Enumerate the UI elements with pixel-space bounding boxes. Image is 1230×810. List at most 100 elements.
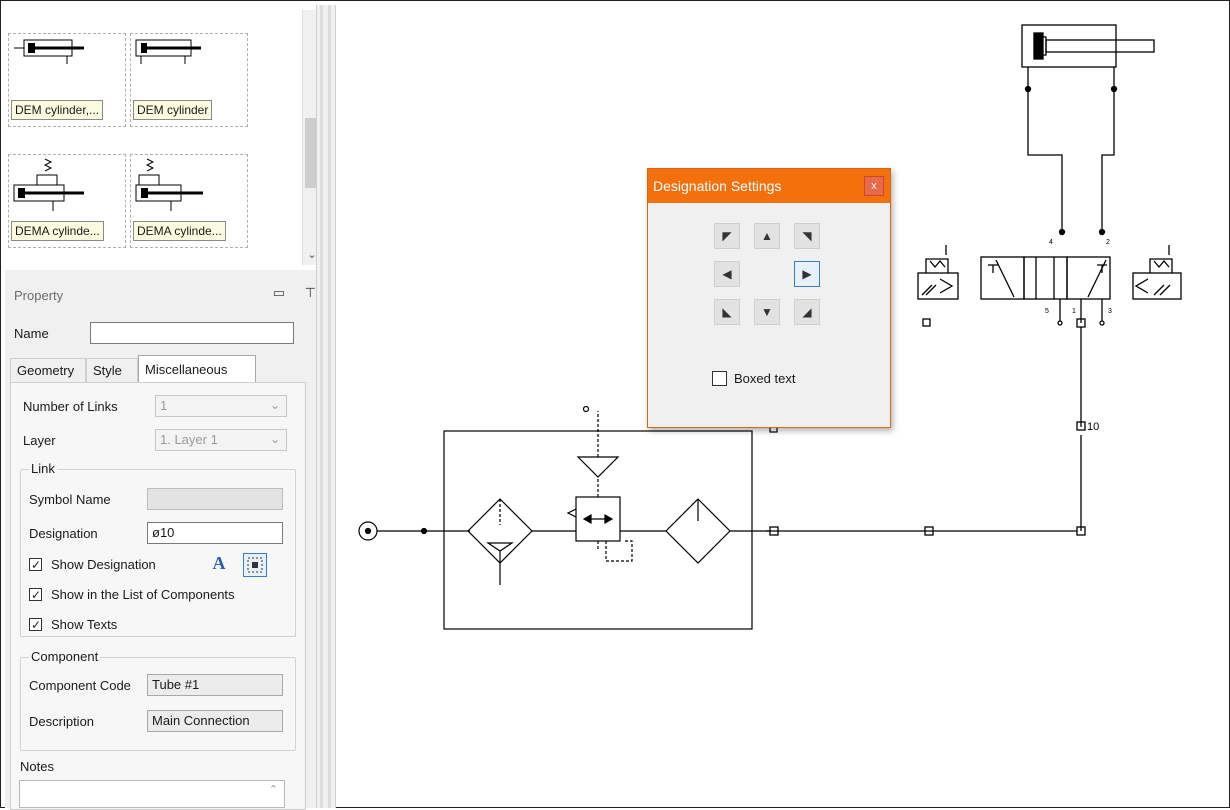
show-texts-label: Show Texts [51,617,118,632]
layer-select[interactable]: 1. Layer 1 ⌄ [155,429,287,451]
library-item-dem-cylinder-1[interactable]: DEM cylinder,... [8,33,126,127]
link-group: Link Symbol Name Designation ø10 ✓ Show … [20,461,296,637]
splitter-grip [328,5,331,808]
tab-style[interactable]: Style [86,358,138,382]
library-item-label: DEMA cylinde... [133,221,226,241]
tab-miscellaneous[interactable]: Miscellaneous [138,355,256,382]
chevron-down-icon: ⌄ [269,398,280,412]
arrow-left-icon: ◀ [722,267,732,281]
check-icon: ✓ [31,618,42,632]
tube-node [1058,228,1066,236]
position-top-right-button[interactable]: ◥ [794,223,820,249]
number-of-links-select[interactable]: 1 ⌄ [155,395,287,417]
miscellaneous-page: Number of Links 1 ⌄ Layer 1. Layer 1 ⌄ L… [10,382,306,810]
symbol-name-label: Symbol Name [29,492,111,507]
designation-input[interactable]: ø10 [147,522,283,544]
position-bottom-left-button[interactable]: ◣ [714,299,740,325]
symbol-name-input[interactable] [147,488,283,510]
show-texts-checkbox[interactable]: ✓ Show Texts [29,616,117,634]
description-input[interactable]: Main Connection [147,710,283,732]
chevron-down-icon: ⌄ [269,432,280,446]
name-input[interactable] [90,322,294,344]
name-label: Name [14,326,49,341]
port-label: 5 [1045,308,1049,315]
library-item-label: DEM cylinder,... [11,100,104,120]
number-of-links-label: Number of Links [23,399,118,414]
component-group-title: Component [29,649,101,664]
position-bottom-right-button[interactable]: ◢ [794,299,820,325]
notes-textarea[interactable]: ⌃ [19,780,285,808]
port-label: 2 [1106,239,1110,246]
pin-icon[interactable]: ⊤ [305,285,316,300]
show-designation-checkbox[interactable]: ✓ Show Designation [29,556,156,574]
layer-value: 1. Layer 1 [160,432,218,447]
checkbox-box: ✓ [29,618,42,632]
position-top-left-button[interactable]: ◤ [714,223,740,249]
arrow-right-icon: ▶ [802,267,812,281]
component-code-label: Component Code [29,678,131,693]
library-item-label: DEM cylinder [133,100,213,120]
check-icon: ✓ [31,588,42,602]
component-code-input[interactable]: Tube #1 [147,674,283,696]
dialog-title: Designation Settings [653,178,782,194]
arrow-top-right-icon: ◥ [802,229,812,243]
panel-title: Property [14,288,64,303]
panel-splitter[interactable] [316,5,336,808]
checkbox-box: ✓ [29,588,42,602]
designation-settings-button[interactable] [243,553,267,577]
service-unit[interactable] [358,405,778,630]
arrow-top-left-icon: ◤ [722,229,732,243]
notes-label: Notes [20,759,54,774]
designation-label: Designation [29,526,98,541]
check-icon: ✓ [31,558,42,572]
tube-node [1110,85,1118,93]
close-button[interactable]: x [864,176,884,196]
library-item-dema-cylinder-2[interactable]: DEMA cylinde... [130,154,248,248]
show-in-list-checkbox[interactable]: ✓ Show in the List of Components [29,586,235,604]
library-item-dem-cylinder-2[interactable]: DEM cylinder [130,33,248,127]
tube-node [1098,228,1106,236]
port-label: 3 [1108,308,1112,315]
cylinder-tubes[interactable] [1027,89,1115,232]
panel-header-buttons: ▭ ⊤ [273,285,316,301]
checkbox-box [712,371,727,386]
designation-settings-dialog: Designation Settings x ◤ ▲ ◥ ◀ ▶ ◣ ▼ ◢ B… [647,168,891,428]
tube-node [1024,85,1032,93]
position-bottom-button[interactable]: ▼ [754,299,780,325]
layer-label: Layer [23,433,56,448]
show-in-list-label: Show in the List of Components [51,587,235,602]
show-designation-label: Show Designation [51,557,156,572]
designation-grid-icon [247,557,263,573]
connection-point[interactable] [922,318,931,327]
dialog-titlebar[interactable]: Designation Settings x [648,169,890,203]
double-acting-cylinder[interactable] [1021,24,1155,89]
component-group: Component Component Code Tube #1 Descrip… [20,649,296,751]
arrow-bottom-left-icon: ◣ [722,305,732,319]
boxed-text-checkbox[interactable]: Boxed text [712,370,795,388]
float-window-icon[interactable]: ▭ [273,285,285,300]
checkbox-box: ✓ [29,558,42,572]
arrow-up-icon: ▲ [761,229,773,243]
font-icon: A [212,553,226,573]
position-top-button[interactable]: ▲ [754,223,780,249]
tube-label: 10 [1087,421,1099,433]
chevron-up-icon[interactable]: ⌃ [269,783,278,796]
position-right-button[interactable]: ▶ [794,261,820,287]
arrow-down-icon: ▼ [761,305,773,319]
link-group-title: Link [29,461,57,476]
splitter-grip [320,5,323,808]
five-two-valve[interactable] [917,245,1182,328]
library-item-dema-cylinder-1[interactable]: DEMA cylinde... [8,154,126,248]
position-left-button[interactable]: ◀ [714,261,740,287]
close-icon: x [871,180,877,192]
boxed-text-label: Boxed text [734,371,796,386]
library-item-label: DEMA cylinde... [11,221,104,241]
property-panel: Property ▭ ⊤ Name Geometry Style Miscell… [5,270,316,810]
description-label: Description [29,714,95,729]
symbol-library: DEM cylinder,... DEM cylinder DEMA cylin… [5,5,321,265]
number-of-links-value: 1 [160,398,168,413]
font-settings-button[interactable]: A [207,553,231,577]
arrow-bottom-right-icon: ◢ [802,305,812,319]
port-label: 1 [1072,308,1076,315]
tab-geometry[interactable]: Geometry [10,358,86,382]
